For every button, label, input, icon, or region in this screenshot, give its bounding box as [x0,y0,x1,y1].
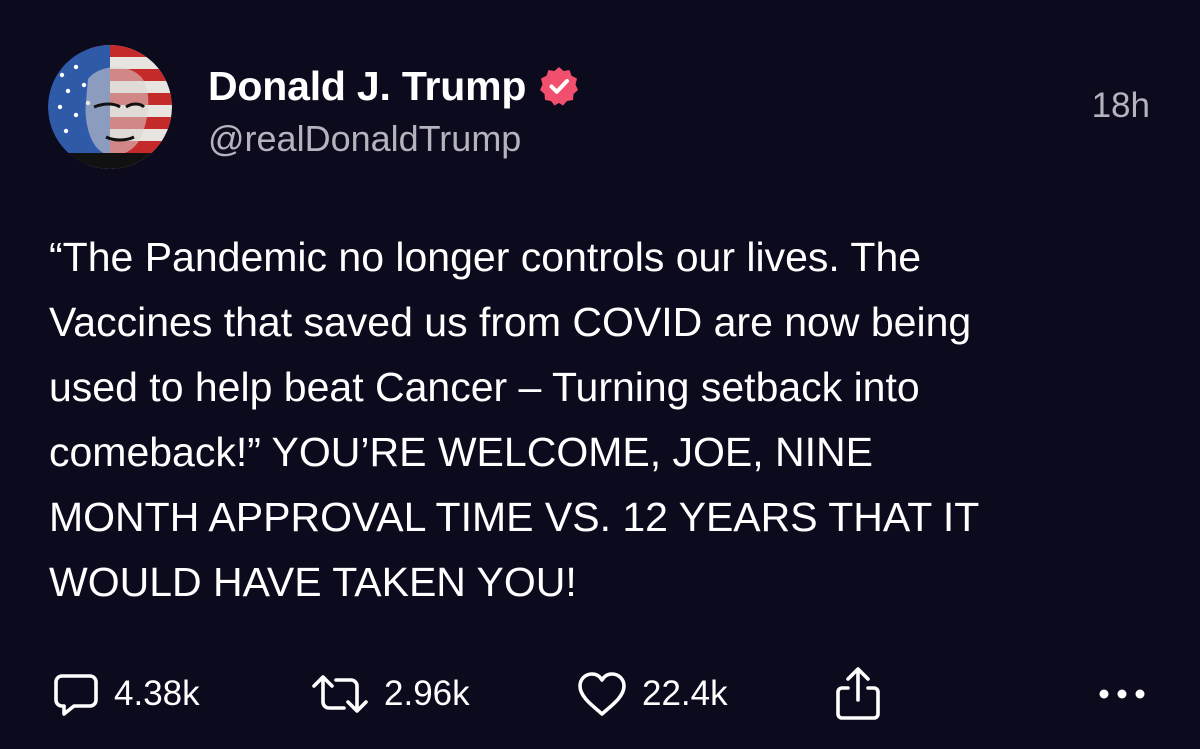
more-options-button[interactable] [1098,664,1160,724]
reply-count: 4.38k [114,674,200,713]
heart-icon [576,670,628,718]
author-handle[interactable]: @realDonaldTrump [208,118,521,160]
speech-bubble-icon [52,670,100,718]
ellipsis-icon [1098,684,1146,704]
share-button[interactable] [832,664,898,724]
reply-button[interactable]: 4.38k [52,664,200,724]
repost-arrows-icon [310,670,370,718]
like-button[interactable]: 22.4k [576,664,728,724]
author-name-row[interactable]: Donald J. Trump [208,58,580,114]
repost-button[interactable]: 2.96k [310,664,470,724]
post-card: Donald J. Trump @realDonaldTrump 18h “Th… [0,0,1200,749]
post-text: “The Pandemic no longer controls our liv… [49,234,980,605]
share-upload-icon [832,666,884,722]
verified-badge-icon [538,65,580,107]
avatar[interactable] [48,45,172,169]
like-count: 22.4k [642,674,728,713]
post-timestamp[interactable]: 18h [1092,86,1150,126]
author-display-name[interactable]: Donald J. Trump [208,63,526,110]
repost-count: 2.96k [384,674,470,713]
